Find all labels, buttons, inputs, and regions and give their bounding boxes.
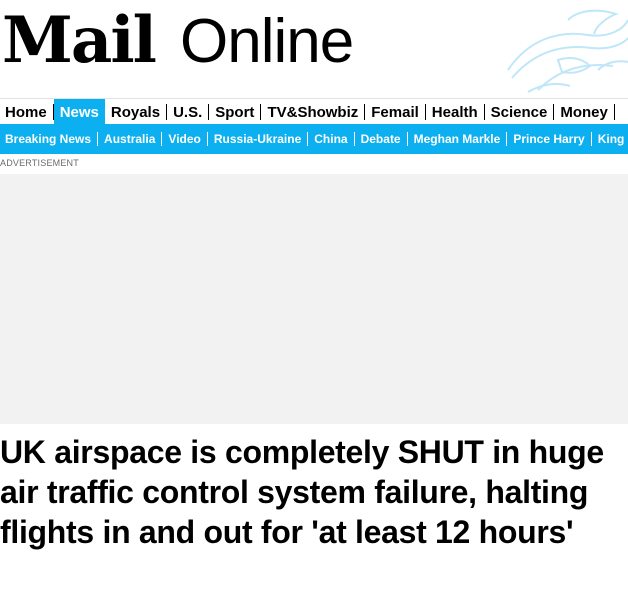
- bird-outline-icon: [507, 9, 628, 93]
- nav-tab-u-s[interactable]: U.S.: [167, 104, 210, 121]
- logo-online-text: Online: [180, 7, 354, 76]
- subnav-link-debate[interactable]: Debate: [355, 132, 408, 146]
- subnav-link-australia[interactable]: Australia: [98, 132, 163, 146]
- advertisement-label: ADVERTISEMENT: [0, 158, 79, 168]
- article-headline[interactable]: UK airspace is completely SHUT in huge a…: [0, 432, 628, 552]
- nav-tab-health[interactable]: Health: [426, 104, 485, 121]
- subnav-link-king[interactable]: King: [592, 132, 628, 146]
- subnav-link-breaking-news[interactable]: Breaking News: [0, 132, 99, 146]
- logo-mail-text: Mail: [2, 3, 157, 78]
- subnav-link-china[interactable]: China: [308, 132, 355, 146]
- nav-tab-royals[interactable]: Royals: [105, 104, 168, 121]
- nav-tab-sport[interactable]: Sport: [209, 104, 262, 121]
- nav-tab-news[interactable]: News: [53, 99, 105, 125]
- subnav-link-russia-ukraine[interactable]: Russia-Ukraine: [208, 132, 309, 146]
- nav-tab-money[interactable]: Money: [554, 104, 615, 121]
- subnav-link-video[interactable]: Video: [162, 132, 208, 146]
- primary-navigation: Home News Royals U.S. Sport TV&Showbiz Femail H…: [0, 98, 628, 125]
- nav-tab-tv-showbiz[interactable]: TV&Showbiz: [261, 104, 366, 121]
- nav-tab-science[interactable]: Science: [485, 104, 555, 121]
- secondary-navigation: Breaking News Australia Video Russia-Ukrain…: [0, 124, 628, 154]
- masthead: Mail Online: [0, 0, 628, 96]
- subnav-link-meghan-markle[interactable]: Meghan Markle: [408, 132, 508, 146]
- nav-tab-home[interactable]: Home: [0, 104, 54, 121]
- nav-tab-femail[interactable]: Femail: [365, 104, 426, 121]
- subnav-link-prince-harry[interactable]: Prince Harry: [507, 132, 592, 146]
- advertisement-slot[interactable]: [0, 174, 628, 424]
